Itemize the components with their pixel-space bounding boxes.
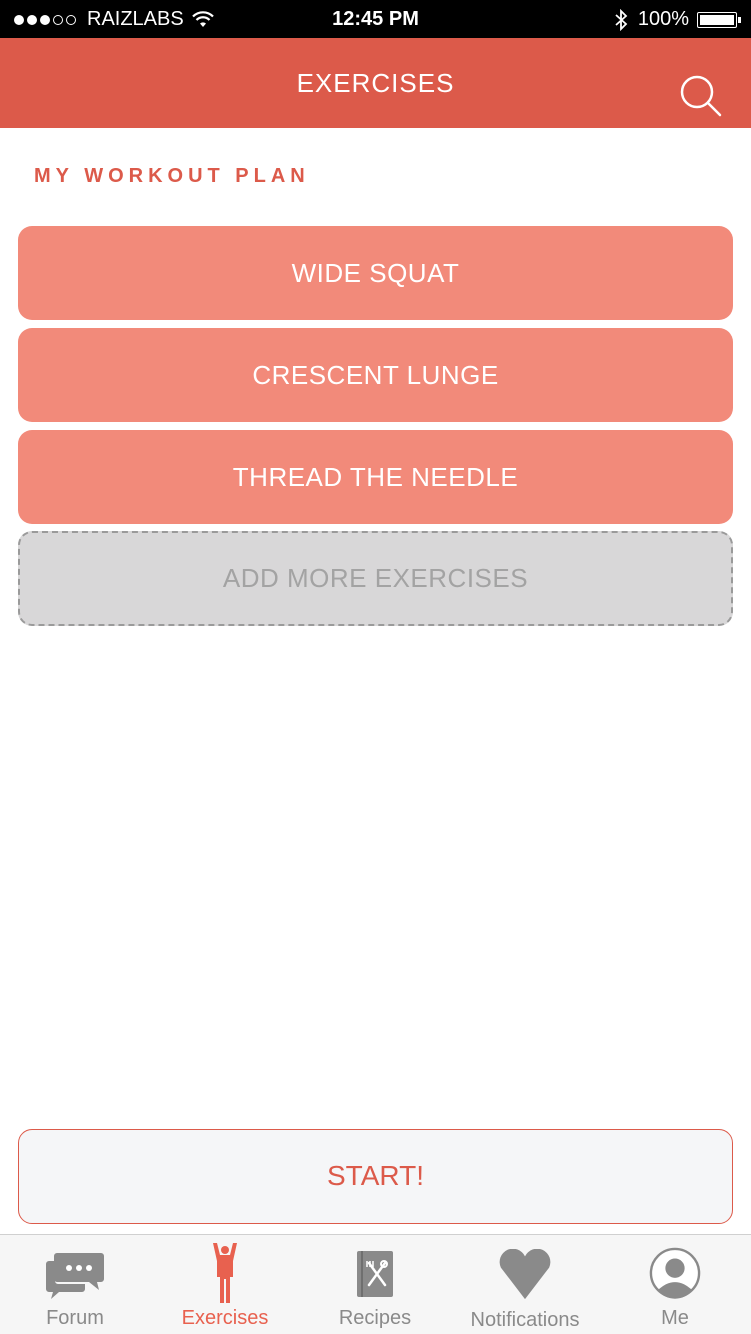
battery-percentage: 100% xyxy=(637,8,689,30)
tab-bar: Forum Exercises Recipes Notifications Me xyxy=(0,1234,751,1334)
battery-icon xyxy=(697,11,741,28)
section-title: MY WORKOUT PLAN xyxy=(34,165,310,187)
add-more-exercises-button[interactable]: ADD MORE EXERCISES xyxy=(18,531,733,626)
tab-exercises[interactable]: Exercises xyxy=(150,1235,300,1334)
tab-forum-label: Forum xyxy=(46,1307,104,1329)
profile-icon xyxy=(649,1247,701,1299)
bluetooth-icon xyxy=(615,8,628,31)
recipe-book-icon xyxy=(357,1251,393,1297)
tab-forum[interactable]: Forum xyxy=(0,1235,150,1334)
status-bar: RAIZLABS 12:45 PM 100% xyxy=(0,0,751,38)
tab-me[interactable]: Me xyxy=(600,1235,750,1334)
tab-notifications-label: Notifications xyxy=(470,1309,580,1331)
navigation-bar: EXERCISES xyxy=(0,38,751,128)
page-title: EXERCISES xyxy=(296,68,455,98)
tab-recipes[interactable]: Recipes xyxy=(300,1235,450,1334)
heart-icon xyxy=(499,1249,551,1300)
exercise-item-crescent-lunge[interactable]: CRESCENT LUNGE xyxy=(18,328,733,422)
tab-me-label: Me xyxy=(661,1307,689,1329)
search-icon[interactable] xyxy=(679,74,723,118)
tab-recipes-label: Recipes xyxy=(338,1307,412,1329)
exercise-item-thread-the-needle[interactable]: THREAD THE NEEDLE xyxy=(18,430,733,524)
chat-bubbles-icon xyxy=(46,1253,104,1299)
start-button[interactable]: START! xyxy=(18,1129,733,1224)
status-right: 100% xyxy=(614,8,741,31)
tab-exercises-label: Exercises xyxy=(181,1307,269,1329)
person-arms-up-icon xyxy=(213,1243,237,1303)
exercise-item-wide-squat[interactable]: WIDE SQUAT xyxy=(18,226,733,320)
tab-notifications[interactable]: Notifications xyxy=(450,1235,600,1334)
